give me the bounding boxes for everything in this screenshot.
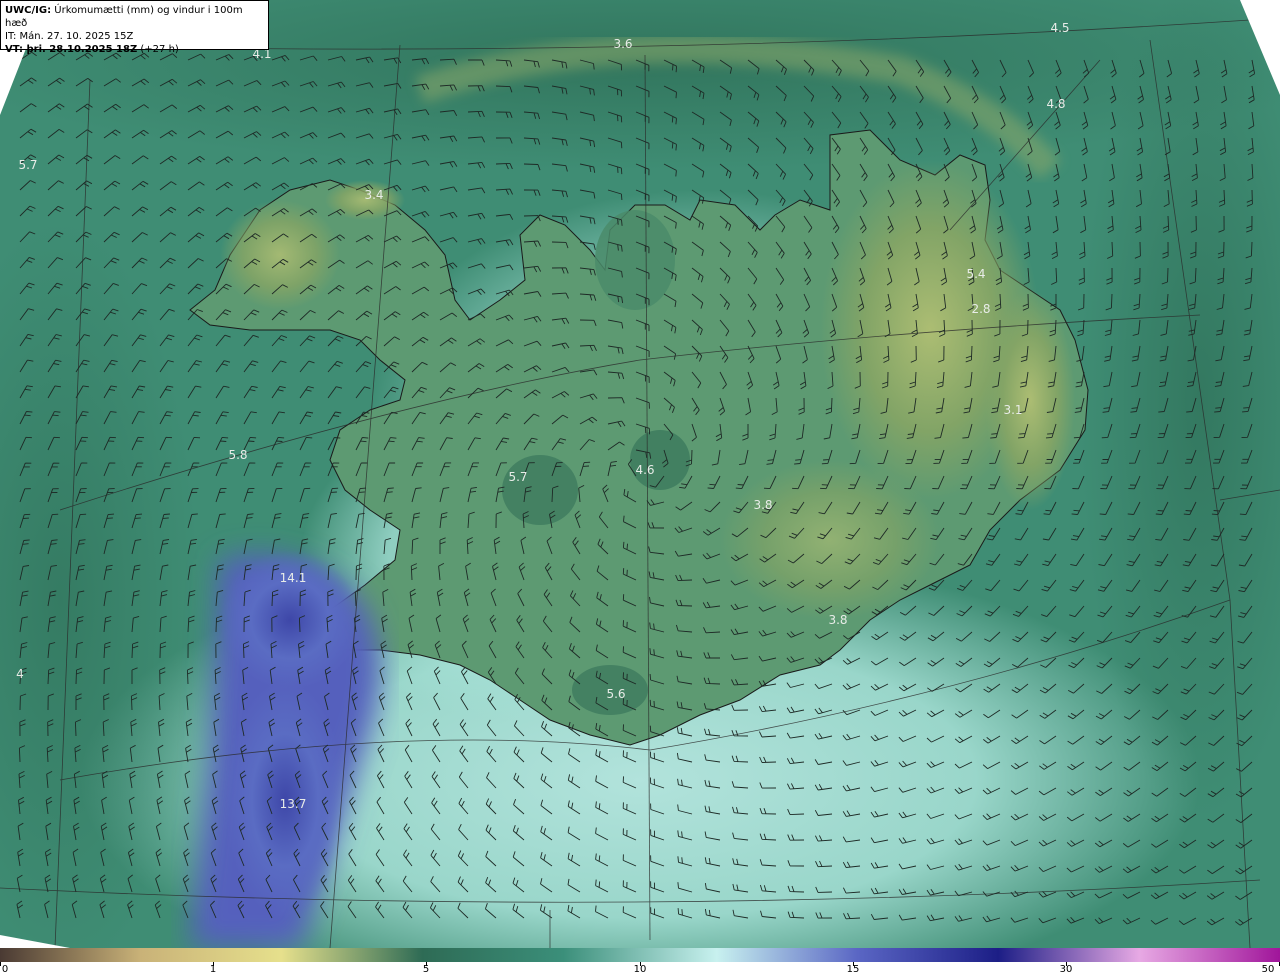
- colorbar-label: 50: [1261, 964, 1275, 975]
- valid-time: VT: þri. 28.10.2025 18Z: [5, 44, 138, 55]
- value-label: 3.1: [1003, 403, 1023, 417]
- forecast-offset: (+27 h): [137, 44, 179, 55]
- map-header: UWC/IG: Úrkomumætti (mm) og vindur i 100…: [0, 0, 269, 55]
- vatnajokull-area: [720, 460, 940, 620]
- westfjords-highlands: [220, 200, 340, 310]
- colorbar-label: 10: [633, 964, 647, 975]
- value-label: 5.7: [18, 158, 38, 172]
- colorbar-label: 0: [1, 964, 9, 975]
- colorbar-label: 30: [1059, 964, 1073, 975]
- colorbar: 0 1 5 10 15 30 50: [0, 948, 1280, 978]
- title-product: UWC/IG:: [5, 5, 52, 16]
- value-label: 4: [16, 667, 24, 681]
- colorbar-label: 1: [209, 964, 217, 975]
- value-label: 2.8: [971, 302, 991, 316]
- value-label: 4.6: [635, 463, 655, 477]
- value-label: 5.4: [966, 267, 986, 281]
- initial-time: IT: Mán. 27. 10. 2025 15Z: [5, 31, 134, 42]
- value-label: 4.8: [1046, 97, 1066, 111]
- north-peninsula: [595, 210, 675, 310]
- colorbar-label: 5: [422, 964, 430, 975]
- value-label: 5.7: [508, 470, 528, 484]
- value-label: 5.8: [228, 448, 248, 462]
- value-label: 3.6: [613, 37, 633, 51]
- value-label: 4.5: [1050, 21, 1070, 35]
- value-label: 3.8: [753, 498, 773, 512]
- colorbar-ramp: [0, 948, 1280, 962]
- value-label: 3.4: [364, 188, 384, 202]
- hofsjokull: [502, 455, 578, 525]
- value-label: 14.1: [279, 571, 307, 585]
- colorbar-label: 15: [846, 964, 860, 975]
- value-label: 3.8: [828, 613, 848, 627]
- value-label: 13.7: [279, 797, 307, 811]
- value-label: 5.6: [606, 687, 626, 701]
